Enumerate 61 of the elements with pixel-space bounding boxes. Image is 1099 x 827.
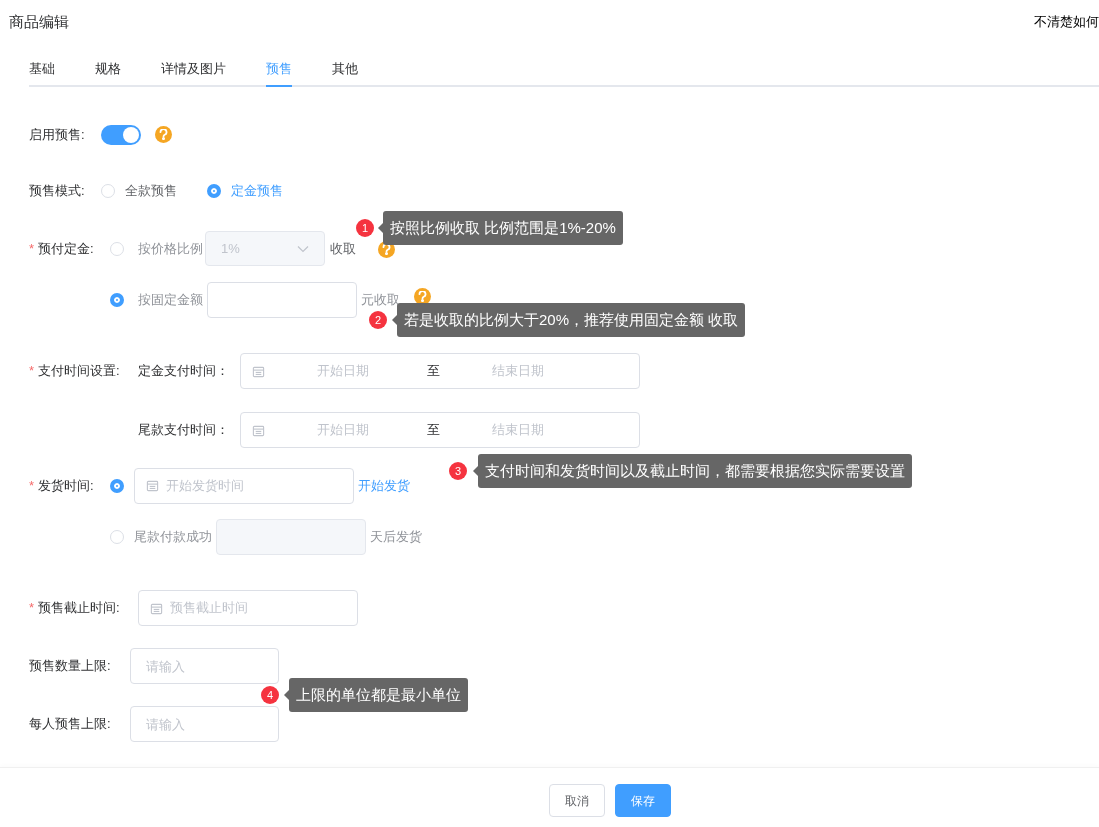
start-date-placeholder: 开始日期 (317, 421, 370, 440)
days-input[interactable] (216, 518, 366, 555)
radio-button[interactable] (110, 292, 124, 307)
number-badge: 1 (356, 219, 374, 237)
calendar-icon (146, 479, 159, 492)
annotation-tooltip: 若是收取的比例大于20%，推荐使用固定金额 收取 (397, 303, 746, 337)
tab[interactable]: 其他 (332, 54, 358, 87)
required-mark: * (29, 599, 35, 618)
suffix-text: 开始发货 (358, 476, 410, 495)
toggle-switch[interactable] (101, 125, 141, 145)
page-title: 商品编辑 (9, 11, 69, 32)
start-date-placeholder: 开始日期 (317, 362, 370, 381)
end-date-placeholder: 结束日期 (492, 362, 544, 381)
calendar-icon (252, 423, 265, 437)
radio-button[interactable] (110, 478, 124, 493)
field-label: 定金支付时间： (138, 362, 230, 381)
tab[interactable]: 详情及图片 (161, 54, 226, 87)
tab[interactable]: 基础 (29, 54, 55, 87)
suffix-text: 元收取 (361, 290, 400, 309)
number-badge: 3 (449, 462, 467, 480)
required-mark: * (29, 240, 35, 259)
amount-input[interactable] (207, 281, 357, 318)
range-separator: 至 (427, 421, 440, 440)
date-range-field[interactable]: 开始日期 至 结束日期 (240, 412, 640, 448)
annotation-tooltip: 上限的单位都是最小单位 (289, 678, 468, 712)
end-date-placeholder: 结束日期 (492, 421, 544, 440)
date-placeholder: 预售截止时间 (170, 599, 248, 618)
text-input[interactable]: 请输入 (130, 706, 279, 742)
date-placeholder: 开始发货时间 (166, 476, 244, 495)
annotation-tooltip: 按照比例收取 比例范围是1%-20% (383, 211, 623, 245)
required-mark: * (29, 361, 35, 380)
radio-label[interactable]: 全款预售 (125, 181, 177, 201)
date-range-field[interactable]: 开始日期 至 结束日期 (240, 353, 640, 389)
tooltip-pointer (378, 223, 383, 233)
tab[interactable]: 规格 (95, 54, 121, 87)
field-label: 预付定金: (38, 240, 94, 259)
radio-button[interactable] (207, 184, 221, 198)
tooltip-pointer (392, 315, 397, 325)
cancel-button[interactable]: 取消 (548, 784, 605, 817)
field-label: 预售模式: (29, 182, 85, 201)
calendar-icon (150, 601, 163, 615)
number-badge: 4 (261, 686, 279, 704)
range-separator: 至 (427, 362, 440, 381)
text-input[interactable]: 请输入 (130, 648, 279, 684)
help-link[interactable]: 不清楚如何 (1034, 12, 1099, 32)
field-label: 启用预售: (29, 126, 85, 145)
field-label: 预售数量上限: (29, 657, 111, 676)
tooltip-pointer (473, 466, 478, 476)
field-label: 支付时间设置: (38, 361, 120, 380)
field-label: 尾款支付时间： (138, 421, 230, 440)
number-badge: 2 (369, 311, 387, 329)
chevron-down-icon (297, 244, 309, 253)
field-label: 预售截止时间: (38, 599, 120, 618)
field-label: 每人预售上限: (29, 715, 111, 734)
required-mark: * (29, 476, 35, 495)
suffix-text: 收取 (330, 239, 356, 258)
calendar-icon (252, 364, 265, 378)
field-label: 发货时间: (38, 476, 94, 495)
suffix-text: 天后发货 (370, 527, 422, 546)
tooltip-pointer (284, 690, 289, 700)
annotation-tooltip: 支付时间和发货时间以及截止时间，都需要根据您实际需要设置 (478, 454, 912, 488)
